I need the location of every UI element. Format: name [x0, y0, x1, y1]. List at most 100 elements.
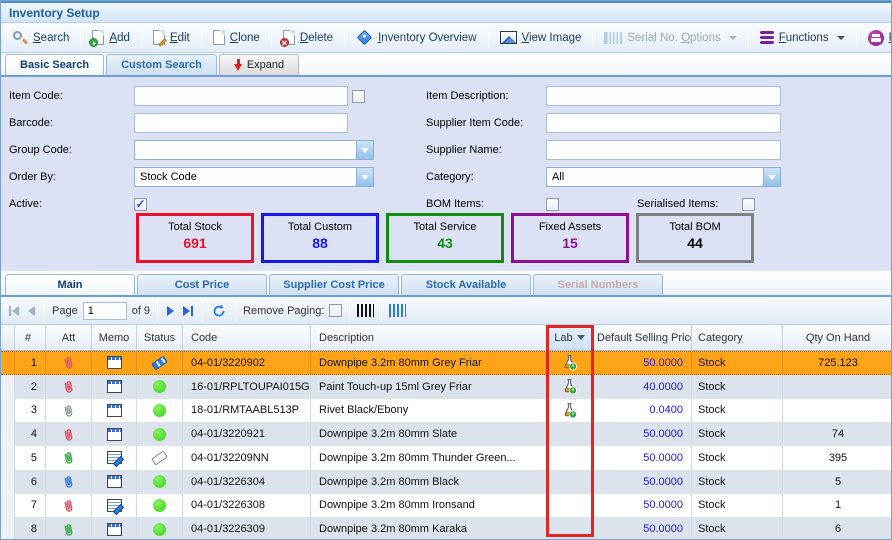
- tab-stock-available[interactable]: Stock Available: [401, 274, 531, 295]
- header-code[interactable]: Code: [183, 325, 311, 350]
- category-select[interactable]: All: [546, 167, 781, 187]
- table-row[interactable]: 3 18-01/RMTAABL513P Rivet Black/Ebony 0.…: [1, 399, 891, 423]
- total-service-value: 43: [389, 235, 501, 251]
- item-description-input[interactable]: [546, 86, 781, 106]
- default-selling-price-cell: 50.0000: [593, 446, 692, 470]
- search-tabstrip: Basic Search Custom Search Expand: [1, 53, 891, 77]
- tab-main[interactable]: Main: [5, 274, 135, 295]
- qty-on-hand-cell: 5: [783, 470, 891, 494]
- item-code-cell: 04-01/3220902: [183, 352, 311, 374]
- qty-on-hand-cell: 395: [783, 446, 891, 470]
- category-label: Category:: [426, 171, 546, 183]
- inventory-setup-window: Inventory Setup Search + Add Edit Clone …: [0, 0, 892, 540]
- print-button[interactable]: Print: [861, 27, 891, 49]
- tab-serial-numbers[interactable]: Serial Numbers: [533, 274, 663, 295]
- functions-button[interactable]: Functions: [753, 28, 852, 48]
- supplier-name-label: Supplier Name:: [426, 144, 546, 156]
- edit-button[interactable]: Edit: [146, 27, 197, 48]
- barcode-black-button[interactable]: [357, 304, 374, 317]
- header-lab[interactable]: Lab: [547, 325, 593, 350]
- first-page-button[interactable]: [7, 304, 21, 318]
- header-att[interactable]: Att: [46, 325, 92, 350]
- expand-arrow-icon: [234, 59, 243, 71]
- header-default-selling-price[interactable]: Default Selling Price: [593, 325, 692, 350]
- refresh-icon: [212, 304, 226, 318]
- category-cell: Stock: [692, 399, 783, 423]
- view-image-button[interactable]: View Image: [493, 28, 589, 47]
- paperclip-icon: [60, 496, 78, 514]
- delete-icon: ✕: [283, 30, 295, 45]
- paperclip-icon: [60, 425, 78, 443]
- chevron-down-icon: [356, 168, 373, 186]
- table-row[interactable]: 7 04-01/3226308 Downpipe 3.2m 80mm Irons…: [1, 494, 891, 518]
- refresh-button[interactable]: [210, 302, 228, 320]
- total-bom-value: 44: [639, 235, 751, 251]
- item-code-checkbox[interactable]: [352, 90, 365, 103]
- header-memo[interactable]: Memo: [92, 325, 137, 350]
- group-code-label: Group Code:: [9, 144, 134, 156]
- memo-icon: [107, 380, 122, 393]
- default-selling-price-cell: 50.0000: [593, 470, 692, 494]
- tab-supplier-cost-price[interactable]: Supplier Cost Price: [269, 274, 399, 295]
- page-title: Inventory Setup: [9, 6, 100, 20]
- header-category[interactable]: Category: [692, 325, 783, 350]
- category-cell: Stock: [692, 446, 783, 470]
- remove-paging-checkbox[interactable]: [329, 304, 342, 317]
- active-checkbox[interactable]: [134, 198, 147, 211]
- table-row[interactable]: 2 16-01/RPLTOUPAI015GFE Paint Touch-up 1…: [1, 375, 891, 399]
- table-row[interactable]: 6 04-01/3226304 Downpipe 3.2m 80mm Black…: [1, 470, 891, 494]
- paperclip-icon: [60, 354, 78, 372]
- supplier-name-input[interactable]: [546, 140, 781, 160]
- row-number: 5: [15, 446, 46, 470]
- qty-on-hand-cell: [783, 375, 891, 399]
- next-page-button[interactable]: [165, 304, 176, 318]
- last-page-button[interactable]: [181, 304, 195, 318]
- paperclip-icon: [60, 378, 78, 396]
- serial-no-options-button[interactable]: Serial No. Options: [597, 29, 743, 47]
- expand-button[interactable]: Expand: [219, 54, 299, 75]
- previous-page-button[interactable]: [26, 304, 37, 318]
- inventory-overview-button[interactable]: Inventory Overview: [349, 27, 483, 48]
- page-number-input[interactable]: [83, 302, 127, 320]
- tab-custom-search[interactable]: Custom Search: [106, 54, 217, 75]
- tab-basic-search[interactable]: Basic Search: [5, 54, 104, 75]
- add-button[interactable]: + Add: [85, 27, 136, 48]
- category-cell: Stock: [692, 352, 783, 374]
- supplier-item-code-input[interactable]: [546, 113, 781, 133]
- tab-cost-price[interactable]: Cost Price: [137, 274, 267, 295]
- barcode-icon: [604, 32, 622, 44]
- barcode-blue-button[interactable]: [389, 304, 406, 317]
- search-button[interactable]: Search: [5, 27, 76, 49]
- table-row[interactable]: 1 04-01/3220902 Downpipe 3.2m 80mm Grey …: [1, 351, 891, 375]
- item-code-input[interactable]: [134, 86, 348, 106]
- clone-button[interactable]: Clone: [206, 27, 267, 48]
- header-qty-on-hand[interactable]: Qty On Hand: [783, 325, 892, 350]
- barcode-input[interactable]: [134, 113, 348, 133]
- order-by-select[interactable]: Stock Code: [134, 167, 374, 187]
- status-icon: [153, 404, 166, 417]
- header-description[interactable]: Description: [311, 325, 547, 350]
- total-stock-value: 691: [139, 235, 251, 251]
- delete-button[interactable]: ✕ Delete: [276, 27, 340, 48]
- table-row[interactable]: 8 04-01/3226309 Downpipe 3.2m 80mm Karak…: [1, 517, 891, 540]
- image-icon: [500, 31, 517, 44]
- bom-items-checkbox[interactable]: [546, 198, 559, 211]
- title-bar: Inventory Setup: [1, 1, 891, 23]
- total-custom-box: Total Custom 88: [261, 213, 379, 263]
- status-icon: [153, 523, 166, 536]
- description-cell: Downpipe 3.2m 80mm Ironsand: [311, 494, 547, 518]
- chevron-down-icon: [356, 141, 373, 159]
- memo-icon: [107, 451, 122, 464]
- total-service-box: Total Service 43: [386, 213, 504, 263]
- serialised-items-checkbox[interactable]: [742, 198, 755, 211]
- header-status[interactable]: Status: [137, 325, 183, 350]
- group-code-select[interactable]: [134, 140, 374, 160]
- active-label: Active:: [9, 198, 134, 210]
- table-row[interactable]: 5 04-01/32209NN Downpipe 3.2m 80mm Thund…: [1, 446, 891, 470]
- header-row-number[interactable]: #: [15, 325, 46, 350]
- table-row[interactable]: 4 04-01/3220921 Downpipe 3.2m 80mm Slate…: [1, 422, 891, 446]
- print-icon: [868, 30, 884, 46]
- qty-on-hand-cell: 74: [783, 422, 891, 446]
- row-number: 6: [15, 470, 46, 494]
- description-cell: Downpipe 3.2m 80mm Black: [311, 470, 547, 494]
